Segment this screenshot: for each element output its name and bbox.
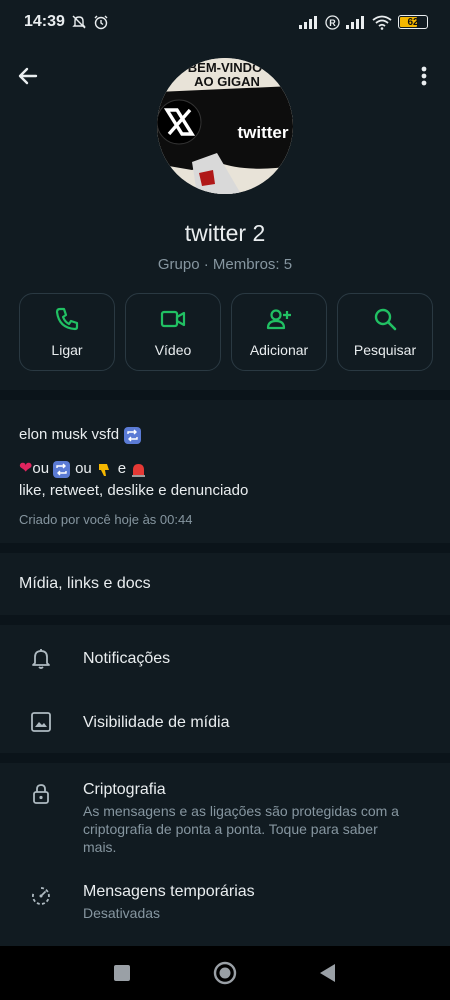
- lock-icon: [33, 784, 49, 804]
- signal-icon: [299, 16, 317, 29]
- add-member-button[interactable]: Adicionar: [231, 293, 327, 371]
- group-name: twitter 2: [184, 220, 266, 246]
- more-vertical-icon[interactable]: [412, 62, 436, 90]
- call-button-label: Ligar: [51, 342, 83, 358]
- status-time: 14:39: [24, 13, 65, 30]
- battery-icon: 62: [398, 15, 428, 29]
- temporary-messages-title: Mensagens temporárias: [83, 883, 255, 900]
- encryption-title: Criptografia: [83, 781, 166, 798]
- timer-icon: [32, 887, 50, 905]
- image-icon: [31, 712, 51, 732]
- temporary-messages-status: Desativadas: [83, 905, 161, 921]
- notifications-label: Notificações: [83, 650, 171, 667]
- search-button-label: Pesquisar: [353, 342, 417, 358]
- search-button[interactable]: Pesquisar: [337, 293, 433, 371]
- description-line2-c: e: [117, 460, 127, 477]
- thumbs-down-emoji-icon: [96, 461, 113, 478]
- bell-icon: [32, 649, 50, 669]
- signal-icon: [346, 16, 364, 29]
- retweet-emoji-icon: [124, 426, 142, 444]
- svg-text:R: R: [329, 18, 336, 28]
- video-icon: [160, 310, 186, 328]
- add-person-icon: [266, 309, 291, 330]
- created-info: Criado por você hoje às 00:44: [19, 512, 193, 527]
- description-line2-a: ou: [32, 460, 50, 477]
- description-line2-b: ou: [75, 460, 92, 477]
- phone-icon: [55, 307, 79, 331]
- group-avatar[interactable]: BEM-VINDO AO GIGAN twitter: [157, 58, 293, 194]
- mute-icon: [72, 15, 86, 29]
- square-icon: [113, 965, 130, 981]
- avatar-image: BEM-VINDO AO GIGAN twitter: [157, 58, 293, 194]
- registered-icon: R: [325, 14, 340, 30]
- group-profile-header: BEM-VINDO AO GIGAN twitter twitter 2 Gru…: [0, 44, 450, 390]
- settings-group-2: Criptografia As mensagens e as ligações …: [0, 763, 450, 946]
- add-member-button-label: Adicionar: [249, 342, 309, 358]
- recents-button[interactable]: [110, 961, 134, 985]
- settings-group-1: Notificações Visibilidade de mídia: [0, 625, 450, 753]
- alarm-icon: [94, 15, 108, 30]
- avatar-logo-text: twitter: [238, 123, 289, 142]
- media-links-docs-label: Mídia, links e docs: [19, 575, 151, 592]
- status-bar: 14:39 R 62: [0, 0, 450, 44]
- search-icon: [374, 308, 397, 331]
- call-button[interactable]: Ligar: [19, 293, 115, 371]
- heart-emoji-icon: ❤: [19, 460, 33, 477]
- home-button[interactable]: [213, 961, 237, 985]
- video-button-label: Vídeo: [154, 342, 192, 358]
- group-description[interactable]: elon musk vsfd ❤ ou ou e like, retweet, …: [0, 400, 450, 543]
- avatar-banner-line1: BEM-VINDO: [188, 60, 262, 75]
- group-subtitle: Grupo · Membros: 5: [157, 256, 293, 273]
- media-visibility-label: Visibilidade de mídia: [83, 714, 230, 731]
- arrow-left-icon[interactable]: [14, 62, 42, 90]
- triangle-back-icon: [320, 964, 336, 982]
- action-buttons: Ligar Vídeo Adicionar Pesquisar: [19, 293, 433, 371]
- encryption-description: As mensagens e as ligações são protegida…: [83, 803, 399, 855]
- avatar-banner-line2: AO GIGAN: [194, 74, 260, 89]
- wifi-icon: [372, 15, 392, 30]
- home-circle-icon: [213, 961, 237, 985]
- back-button[interactable]: [316, 961, 340, 985]
- system-navigation-bar: [0, 946, 450, 1000]
- video-button[interactable]: Vídeo: [125, 293, 221, 371]
- siren-emoji-icon: [130, 461, 147, 478]
- battery-level: 62: [407, 16, 419, 28]
- description-line3: like, retweet, deslike e denunciado: [19, 482, 249, 499]
- media-links-docs[interactable]: Mídia, links e docs: [0, 553, 450, 615]
- description-line1: elon musk vsfd: [19, 426, 120, 443]
- retweet-emoji-icon: [53, 460, 71, 478]
